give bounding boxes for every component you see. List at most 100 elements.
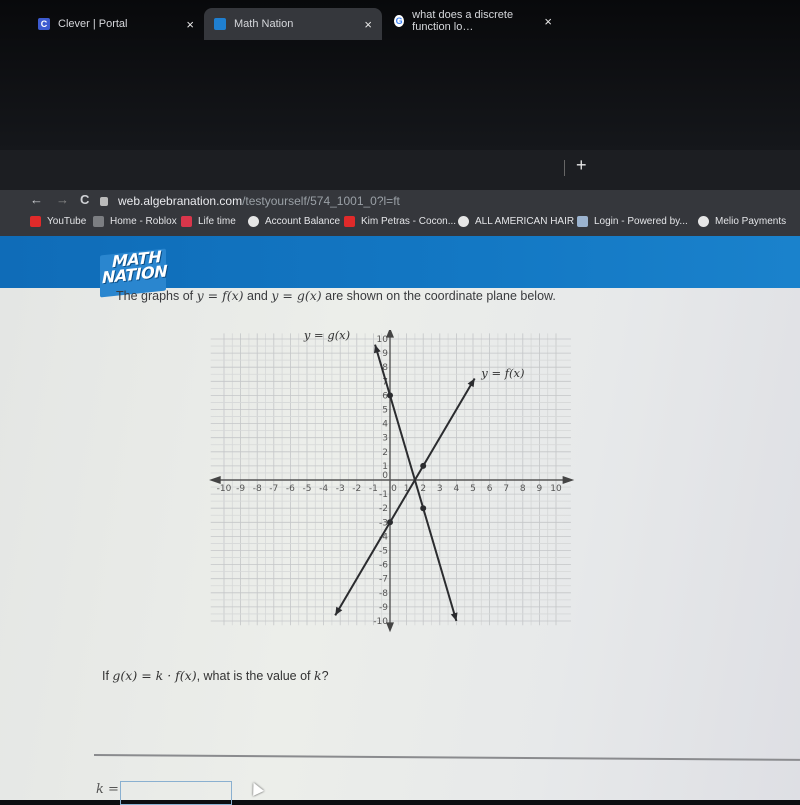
y-tick-label: -5 (379, 547, 388, 557)
x-tick-label: -4 (319, 484, 328, 494)
close-tab-icon[interactable]: × (186, 17, 194, 32)
tab-label: Clever | Portal (58, 18, 128, 30)
x-tick-label: -7 (269, 484, 278, 494)
globe-icon (458, 216, 469, 227)
globe-icon (698, 216, 709, 227)
login-icon (577, 216, 588, 227)
new-tab-button[interactable]: + (576, 155, 587, 176)
prompt-math-g: y = g(x) (271, 288, 322, 303)
x-axis-arrow-left (209, 476, 221, 484)
prompt-text: are shown on the coordinate plane below. (321, 289, 556, 303)
y-tick-label: -7 (379, 575, 388, 585)
y-tick-label: 3 (382, 434, 388, 444)
bookmark-all-american-hair[interactable]: ALL AMERICAN HAIR (458, 216, 574, 227)
bookmark-label: Home - Roblox (110, 216, 177, 227)
question-part: If (102, 669, 113, 683)
question-math: k (314, 668, 322, 683)
question-part: ? (321, 669, 329, 683)
globe-icon (248, 216, 259, 227)
bookmark-roblox[interactable]: Home - Roblox (93, 216, 177, 227)
bookmark-login[interactable]: Login - Powered by... (577, 216, 688, 227)
y-tick-label: -1 (379, 490, 388, 500)
x-tick-label: 5 (470, 484, 476, 494)
question-math: g(x) = k · f(x) (112, 668, 197, 683)
question-text: If g(x) = k · f(x), what is the value of… (102, 668, 329, 683)
y-tick-label: -6 (379, 561, 388, 571)
x-tick-label: 9 (537, 484, 543, 494)
bookmark-lifetime[interactable]: Life time (181, 216, 236, 227)
tab-strip (0, 150, 800, 190)
point-g (387, 392, 393, 399)
x-tick-label: 6 (487, 484, 493, 494)
logo-line-2: NATION (102, 261, 168, 288)
tab-separator (564, 160, 565, 176)
bookmark-youtube[interactable]: YouTube (30, 216, 86, 227)
y-tick-label: 4 (382, 420, 388, 430)
tab-google-search[interactable]: G what does a discrete function lo… × (384, 5, 562, 37)
y-tick-label: -2 (379, 504, 388, 514)
bookmark-label: Melio Payments (715, 216, 787, 227)
x-tick-label: 4 (454, 484, 460, 494)
x-tick-label: 7 (503, 484, 509, 494)
label-f: y = f(x) (480, 366, 524, 380)
youtube-icon (344, 216, 355, 227)
bookmark-label: Kim Petras - Cocon... (361, 216, 457, 227)
line-f (334, 377, 476, 616)
bookmark-label: Life time (198, 216, 236, 227)
lifetime-icon (181, 216, 192, 227)
x-tick-label: -5 (303, 484, 312, 494)
bookmark-kim-petras[interactable]: Kim Petras - Cocon... (344, 216, 456, 227)
forward-button[interactable]: → (56, 192, 69, 207)
url-path: /testyourself/574_1001_0?l=ft (242, 194, 400, 208)
point-f (387, 519, 393, 526)
lock-icon (100, 196, 108, 206)
x-tick-label: -3 (336, 484, 345, 494)
prompt-math-f: y = f(x) (196, 288, 244, 303)
problem-prompt: The graphs of y = f(x) and y = g(x) are … (116, 288, 556, 303)
tab-math-nation[interactable]: Math Nation × (204, 8, 382, 40)
close-tab-icon[interactable]: × (544, 14, 552, 29)
url-host: web.algebranation.com (118, 194, 243, 208)
x-tick-label: 8 (520, 484, 526, 494)
bookmark-melio[interactable]: Melio Payments (698, 216, 786, 227)
x-tick-label: -1 (369, 484, 378, 494)
x-tick-label: -9 (236, 484, 245, 494)
x-tick-label: -10 (217, 484, 232, 494)
y-tick-label: 10 (377, 335, 389, 345)
prompt-text: and (243, 289, 272, 303)
y-tick-label: 2 (382, 448, 388, 458)
close-tab-icon[interactable]: × (364, 17, 372, 32)
roblox-icon (93, 216, 104, 227)
coordinate-plane: -10 -9 -8 -7 -6 -5 -4 -3 -2 -1 0 1 2 3 4 5 6 7 8 9 10-10-9-8… (209, 330, 575, 633)
x-tick-label: -2 (352, 484, 361, 494)
answer-input[interactable] (120, 781, 232, 805)
x-tick-label: -8 (253, 484, 262, 494)
x-tick-label: 0 (391, 484, 397, 494)
x-tick-label: -6 (286, 484, 295, 494)
y-tick-label: -10 (373, 617, 388, 627)
point-g (420, 505, 427, 512)
back-button[interactable]: ← (30, 192, 43, 207)
x-tick-label: 3 (437, 484, 443, 494)
y-tick-label: 9 (382, 349, 388, 359)
youtube-icon (30, 216, 41, 227)
bookmark-account-balance[interactable]: Account Balance (248, 216, 340, 227)
bookmark-label: ALL AMERICAN HAIR (475, 216, 575, 227)
y-tick-label: 5 (382, 406, 388, 416)
y-tick-label: -8 (379, 589, 388, 599)
bookmark-label: Account Balance (265, 216, 341, 227)
tab-clever[interactable]: C Clever | Portal × (28, 8, 204, 40)
address-bar[interactable]: web.algebranation.com/testyourself/574_1… (100, 191, 800, 211)
reload-button[interactable]: C (80, 192, 89, 207)
google-icon: G (394, 15, 405, 27)
tab-label: Math Nation (234, 18, 294, 30)
answer-label: k = (96, 782, 119, 797)
y-tick-label: -9 (379, 603, 388, 613)
x-tick-label: 2 (420, 484, 426, 494)
x-tick-label: 10 (550, 484, 562, 494)
x-axis-arrow-right (562, 476, 575, 484)
clever-icon: C (38, 18, 50, 30)
tab-label: what does a discrete function lo… (412, 9, 514, 33)
function-lines: y = f(x) y = g(x) (303, 330, 524, 622)
bookmark-label: Login - Powered by... (594, 216, 688, 227)
